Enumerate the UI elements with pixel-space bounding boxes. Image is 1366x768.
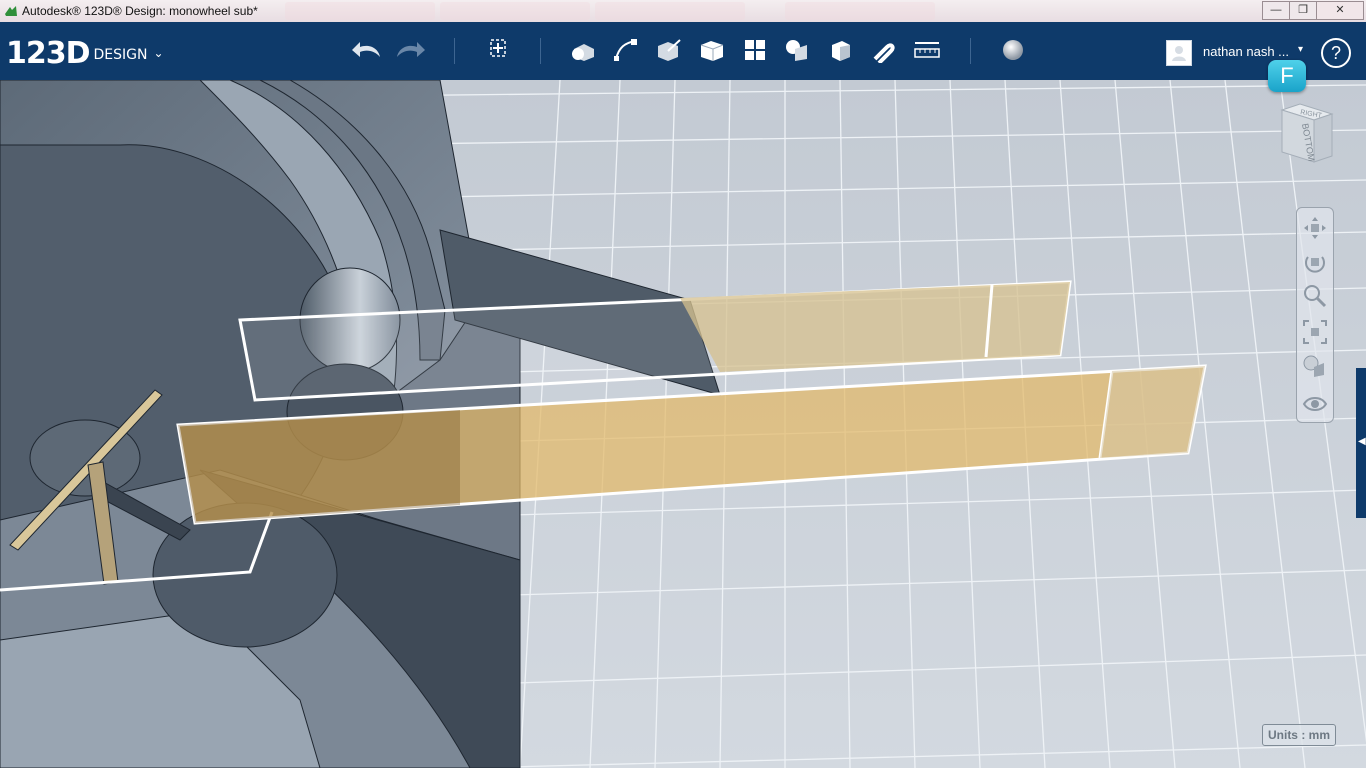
redo-icon: [397, 42, 425, 57]
transform-button[interactable]: [482, 30, 516, 70]
material-icon: [1003, 40, 1023, 60]
views-button[interactable]: [1301, 352, 1329, 380]
material-button[interactable]: [996, 30, 1030, 70]
background-window-tab: [285, 2, 435, 20]
window-title: Autodesk® 123D® Design: monowheel sub*: [22, 4, 258, 18]
modify-button[interactable]: [695, 30, 729, 70]
measure-button[interactable]: [910, 30, 944, 70]
zoom-icon: [1304, 285, 1327, 308]
feedback-badge[interactable]: F: [1268, 60, 1306, 92]
snap-icon: [873, 43, 895, 63]
avatar-icon: [1172, 46, 1186, 61]
construct-button[interactable]: [652, 30, 686, 70]
orbit-button[interactable]: [1301, 248, 1329, 276]
logo-text: 123D: [6, 36, 91, 71]
close-button[interactable]: ✕: [1316, 1, 1364, 20]
combine-button[interactable]: [824, 30, 858, 70]
app-icon: [5, 6, 17, 16]
user-name[interactable]: nathan nash ...: [1203, 44, 1289, 59]
visibility-button[interactable]: [1301, 390, 1329, 418]
main-toolbar: 123D DESIGN ⌄: [0, 22, 1366, 80]
units-indicator[interactable]: Units : mm: [1262, 724, 1336, 746]
background-window-tab: [595, 2, 745, 20]
redo-button[interactable]: [393, 30, 427, 70]
combine-icon: [832, 41, 850, 61]
primitives-icon: [572, 44, 594, 61]
orbit-icon: [1305, 256, 1325, 273]
navigation-bar: [1296, 207, 1334, 423]
grouping-button[interactable]: [781, 30, 815, 70]
pan-button[interactable]: [1301, 214, 1329, 242]
chevron-left-icon: ◀: [1358, 436, 1366, 447]
logo-subtext: DESIGN: [93, 47, 148, 63]
primitives-button[interactable]: [566, 30, 600, 70]
fit-icon: [1303, 320, 1327, 344]
toolbar-separator: [454, 38, 455, 64]
measure-icon: [914, 42, 940, 58]
toolbar-separator: [970, 38, 971, 64]
grouping-icon: [786, 40, 807, 61]
pattern-button[interactable]: [738, 30, 772, 70]
undo-button[interactable]: [350, 30, 384, 70]
3d-viewport[interactable]: RIGHT BOTTOM: [0, 80, 1366, 768]
scene-canvas[interactable]: [0, 80, 1366, 768]
zoom-button[interactable]: [1301, 282, 1329, 310]
user-avatar[interactable]: [1166, 40, 1192, 66]
help-button[interactable]: ?: [1321, 38, 1351, 68]
user-menu-caret[interactable]: ▾: [1298, 44, 1303, 55]
background-window-tab: [440, 2, 590, 20]
pan-icon: [1304, 217, 1326, 239]
maximize-button[interactable]: ❐: [1289, 1, 1317, 20]
app-menu-button[interactable]: 123D DESIGN ⌄: [6, 36, 164, 71]
toolbar-separator: [540, 38, 541, 64]
viewcube-widget[interactable]: RIGHT BOTTOM: [1278, 102, 1334, 164]
snap-button[interactable]: [867, 30, 901, 70]
window-titlebar: Autodesk® 123D® Design: monowheel sub* —…: [0, 0, 1366, 23]
background-window-tab: [785, 2, 935, 20]
sketch-button[interactable]: [609, 30, 643, 70]
pattern-icon: [745, 40, 765, 60]
views-icon: [1303, 355, 1324, 377]
undo-icon: [352, 42, 380, 57]
transform-icon: [490, 39, 506, 57]
fit-button[interactable]: [1301, 318, 1329, 346]
modify-icon: [700, 41, 724, 61]
chevron-down-icon: ⌄: [153, 46, 164, 60]
visibility-icon: [1302, 397, 1328, 411]
construct-icon: [658, 39, 681, 61]
sketch-icon: [614, 39, 637, 61]
minimize-button[interactable]: —: [1262, 1, 1290, 20]
